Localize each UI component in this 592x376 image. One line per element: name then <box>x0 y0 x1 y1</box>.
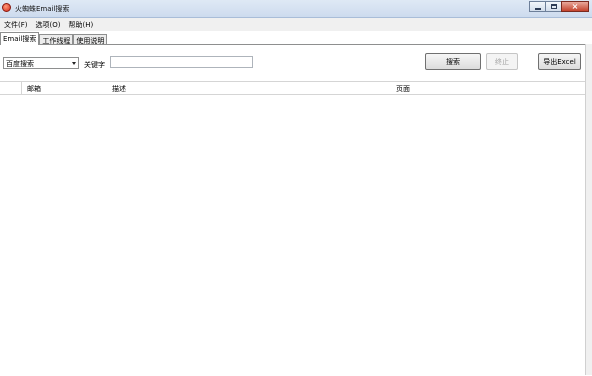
export-excel-button[interactable]: 导出Excel <box>538 53 581 70</box>
menu-help[interactable]: 帮助(H) <box>64 18 97 31</box>
stop-button[interactable]: 终止 <box>486 53 518 70</box>
column-header-email[interactable]: 邮箱 <box>27 82 41 94</box>
menu-options[interactable]: 选项(O) <box>32 18 65 31</box>
search-panel: 百度搜索 关键字 搜索 终止 导出Excel 邮箱 描述 页面 <box>0 44 585 376</box>
window-title: 火蜘蛛Email搜索 <box>15 5 70 13</box>
maximize-button[interactable] <box>545 1 562 12</box>
menu-bar: 文件(F) 选项(O) 帮助(H) <box>0 18 592 31</box>
search-engine-select[interactable]: 百度搜索 <box>3 57 79 69</box>
results-table-header: 邮箱 描述 页面 <box>0 81 585 95</box>
column-header-description[interactable]: 描述 <box>112 82 126 94</box>
chevron-down-icon <box>72 62 76 65</box>
minimize-icon <box>534 7 541 10</box>
minimize-button[interactable] <box>529 1 546 12</box>
app-icon <box>2 3 11 12</box>
close-icon: × <box>571 1 579 11</box>
window-controls: × <box>529 1 589 13</box>
search-button[interactable]: 搜索 <box>425 53 481 70</box>
row-header-corner <box>0 82 22 94</box>
menu-file[interactable]: 文件(F) <box>0 18 32 31</box>
column-header-page[interactable]: 页面 <box>396 82 410 94</box>
vertical-scrollbar[interactable] <box>585 44 592 375</box>
tab-email-search[interactable]: Email搜索 <box>0 32 40 45</box>
keyword-input[interactable] <box>110 56 253 68</box>
keyword-label: 关键字 <box>84 61 105 69</box>
maximize-icon <box>550 4 557 9</box>
title-bar: 火蜘蛛Email搜索 × <box>0 0 592 18</box>
search-engine-value: 百度搜索 <box>6 60 34 68</box>
close-button[interactable]: × <box>561 1 589 12</box>
